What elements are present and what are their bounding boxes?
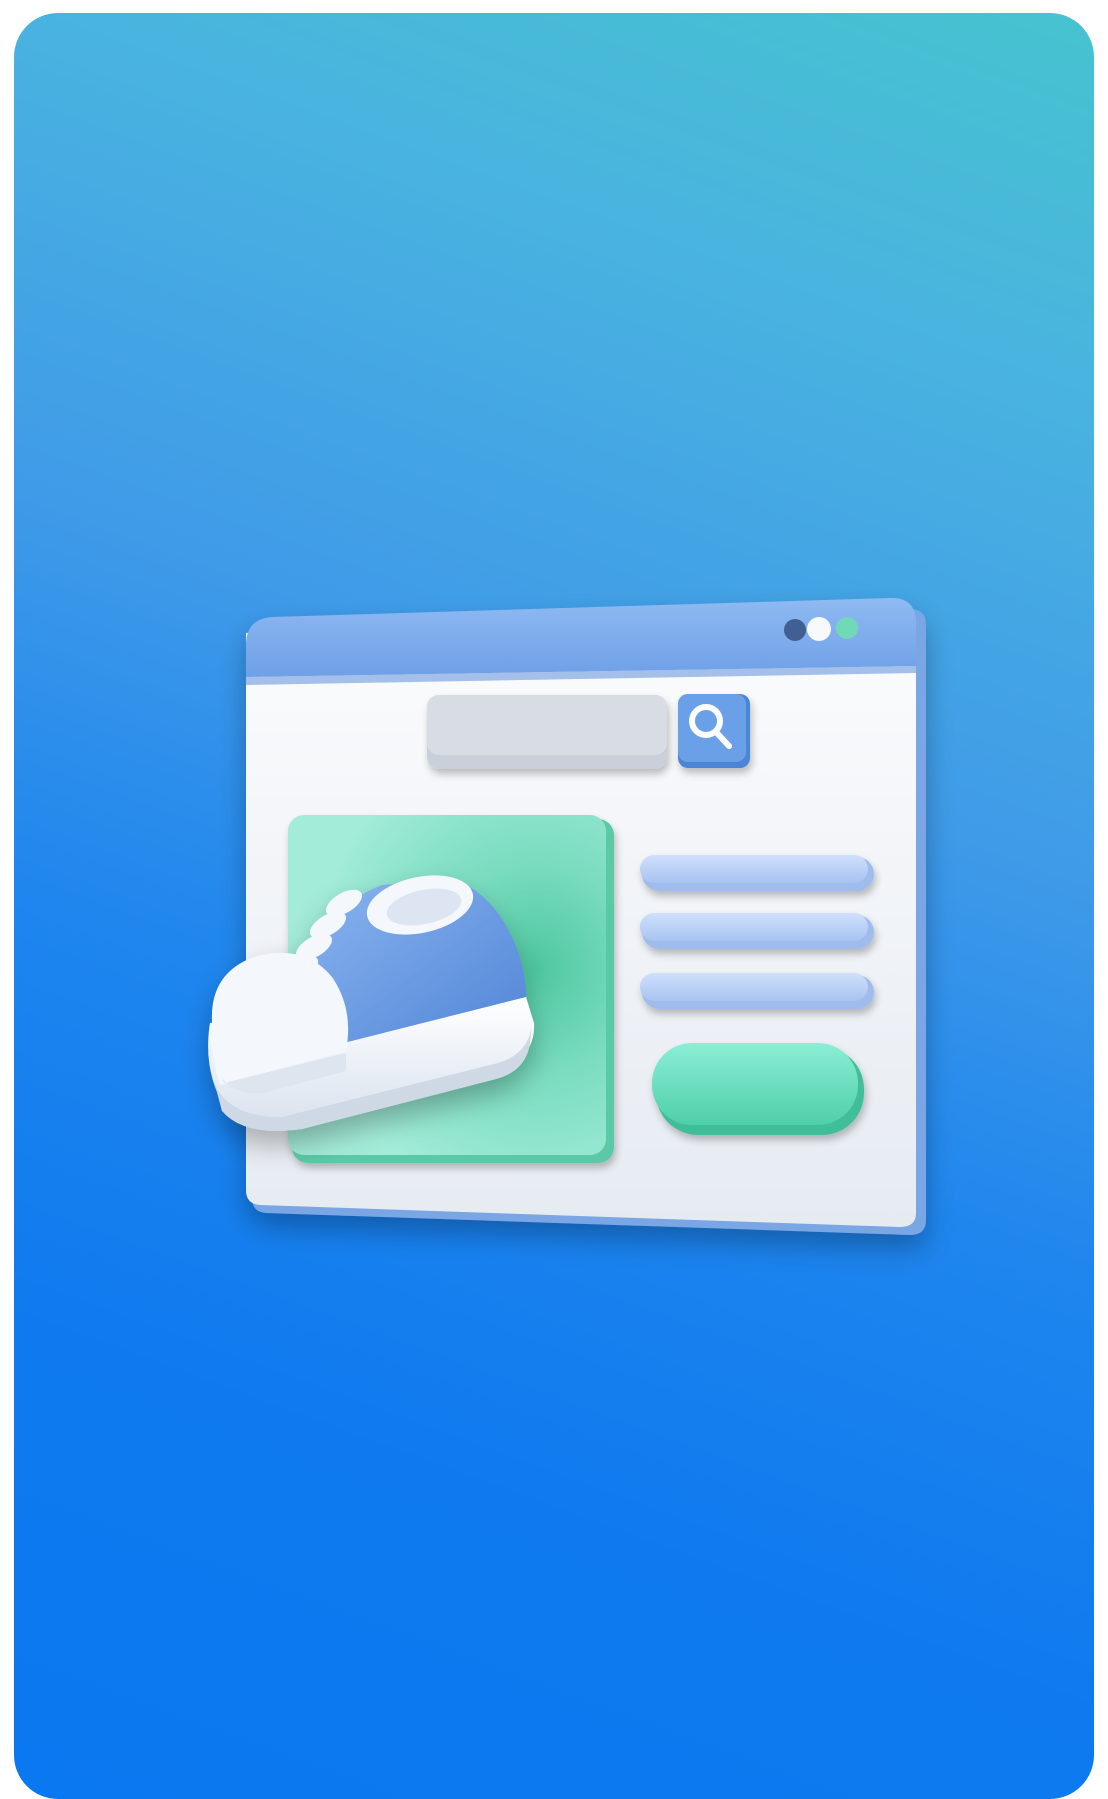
window-controls — [784, 617, 858, 641]
search-button[interactable] — [678, 694, 750, 768]
text-line — [640, 855, 874, 891]
window-dot-green — [836, 617, 858, 639]
online-shop-illustration — [208, 597, 926, 1235]
text-line — [640, 973, 874, 1009]
window-dot-white — [807, 617, 831, 641]
product-description-lines — [640, 855, 874, 1009]
buy-button[interactable] — [652, 1043, 864, 1135]
search-bar[interactable] — [427, 694, 750, 769]
text-line — [640, 913, 874, 949]
illustration-card — [14, 13, 1094, 1799]
window-dot-dark — [784, 619, 806, 641]
